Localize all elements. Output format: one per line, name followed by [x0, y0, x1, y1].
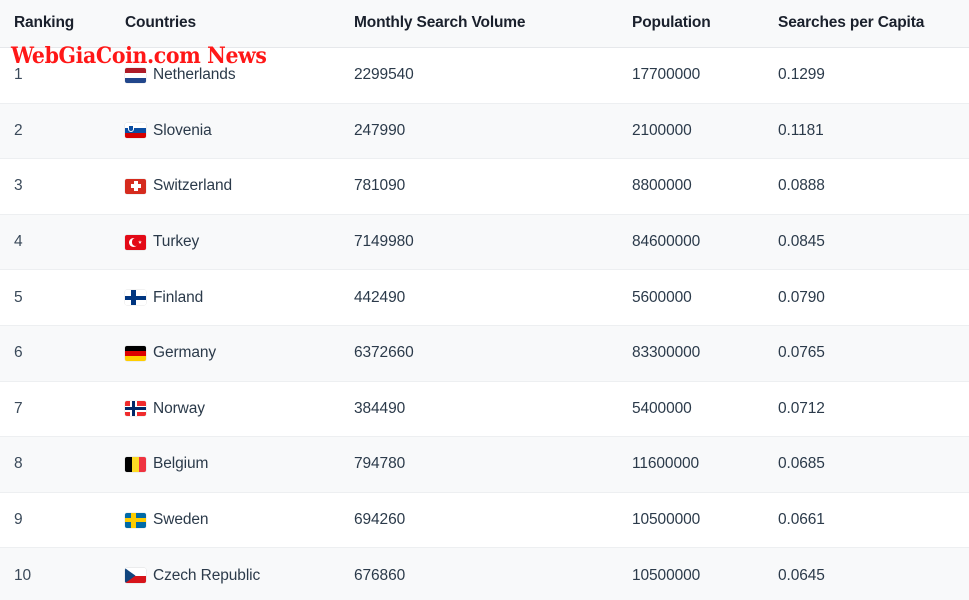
country-name: Slovenia [153, 121, 212, 139]
cell-searches-per-capita: 0.0661 [774, 492, 969, 549]
table-row: 6 Germany 6372660 83300000 0.0765 [0, 325, 969, 382]
cell-population: 10500000 [628, 547, 774, 600]
cell-monthly-search-volume: 2299540 [350, 47, 628, 104]
cell-ranking: 9 [0, 492, 121, 549]
table-row: 7 Norway 384490 5400000 0.0712 [0, 381, 969, 438]
cell-ranking: 10 [0, 547, 121, 600]
cell-population: 2100000 [628, 103, 774, 160]
cell-country: Finland [121, 269, 350, 326]
table-header: Ranking Countries Monthly Search Volume … [0, 0, 969, 48]
cell-monthly-search-volume: 384490 [350, 381, 628, 438]
cell-searches-per-capita: 0.0845 [774, 214, 969, 271]
cell-population: 11600000 [628, 436, 774, 493]
column-header-monthly-search-volume[interactable]: Monthly Search Volume [350, 0, 628, 48]
cell-population: 5400000 [628, 381, 774, 438]
table-row: 9 Sweden 694260 10500000 0.0661 [0, 492, 969, 549]
flag-netherlands-icon [125, 67, 146, 83]
country-name: Belgium [153, 455, 209, 473]
country-name: Switzerland [153, 177, 233, 195]
country-name: Germany [153, 344, 217, 362]
table-row: 10 Czech Republic 676860 10500000 0.0645 [0, 547, 969, 600]
cell-monthly-search-volume: 694260 [350, 492, 628, 549]
cell-monthly-search-volume: 676860 [350, 547, 628, 600]
flag-germany-icon [125, 345, 146, 361]
flag-sweden-icon [125, 512, 146, 528]
cell-country: Belgium [121, 436, 350, 493]
cell-searches-per-capita: 0.0645 [774, 547, 969, 600]
country-name: Netherlands [153, 66, 236, 84]
cell-country: Turkey [121, 214, 350, 271]
cell-population: 84600000 [628, 214, 774, 271]
flag-slovenia-icon [125, 123, 146, 139]
cell-ranking: 8 [0, 436, 121, 493]
cell-population: 10500000 [628, 492, 774, 549]
column-header-population[interactable]: Population [628, 0, 774, 48]
country-name: Turkey [153, 233, 200, 251]
cell-searches-per-capita: 0.1181 [774, 103, 969, 160]
cell-ranking: 5 [0, 269, 121, 326]
flag-switzerland-icon [125, 178, 146, 194]
cell-country: Slovenia [121, 103, 350, 160]
cell-ranking: 3 [0, 158, 121, 215]
cell-ranking: 7 [0, 381, 121, 438]
cell-country: Switzerland [121, 158, 350, 215]
cell-searches-per-capita: 0.0765 [774, 325, 969, 382]
cell-searches-per-capita: 0.0712 [774, 381, 969, 438]
search-volume-table-container: Ranking Countries Monthly Search Volume … [0, 0, 969, 600]
table-row: 3 Switzerland 781090 8800000 0.0888 [0, 158, 969, 215]
cell-population: 8800000 [628, 158, 774, 215]
cell-searches-per-capita: 0.1299 [774, 47, 969, 104]
cell-searches-per-capita: 0.0888 [774, 158, 969, 215]
cell-monthly-search-volume: 442490 [350, 269, 628, 326]
cell-population: 17700000 [628, 47, 774, 104]
country-name: Norway [153, 399, 205, 417]
cell-monthly-search-volume: 781090 [350, 158, 628, 215]
search-volume-table: Ranking Countries Monthly Search Volume … [0, 0, 969, 600]
flag-norway-icon [125, 401, 146, 417]
table-row: 2 Slovenia 247990 2100000 0.1181 [0, 103, 969, 160]
column-header-searches-per-capita[interactable]: Searches per Capita [774, 0, 969, 48]
cell-ranking: 4 [0, 214, 121, 271]
cell-country: Netherlands [121, 47, 350, 104]
table-row: 5 Finland 442490 5600000 0.0790 [0, 269, 969, 326]
cell-monthly-search-volume: 247990 [350, 103, 628, 160]
flag-turkey-icon [125, 234, 146, 250]
table-row: 8 Belgium 794780 11600000 0.0685 [0, 436, 969, 493]
table-row: 1 Netherlands 2299540 17700000 0.1299 [0, 47, 969, 104]
table-body: 1 Netherlands 2299540 17700000 0.1299 2 Sloven… [0, 47, 969, 600]
country-name: Finland [153, 288, 204, 306]
cell-population: 5600000 [628, 269, 774, 326]
cell-ranking: 2 [0, 103, 121, 160]
cell-monthly-search-volume: 794780 [350, 436, 628, 493]
country-name: Czech Republic [153, 566, 261, 584]
cell-ranking: 1 [0, 47, 121, 104]
cell-monthly-search-volume: 7149980 [350, 214, 628, 271]
cell-country: Norway [121, 381, 350, 438]
cell-country: Germany [121, 325, 350, 382]
flag-belgium-icon [125, 456, 146, 472]
table-row: 4 Turkey 7149980 84600000 0.0845 [0, 214, 969, 271]
cell-monthly-search-volume: 6372660 [350, 325, 628, 382]
cell-country: Sweden [121, 492, 350, 549]
country-name: Sweden [153, 511, 209, 529]
cell-country: Czech Republic [121, 547, 350, 600]
column-header-ranking[interactable]: Ranking [0, 0, 121, 48]
cell-searches-per-capita: 0.0685 [774, 436, 969, 493]
flag-finland-icon [125, 290, 146, 306]
flag-czech-republic-icon [125, 568, 146, 584]
cell-searches-per-capita: 0.0790 [774, 269, 969, 326]
table-header-row: Ranking Countries Monthly Search Volume … [0, 0, 969, 48]
cell-ranking: 6 [0, 325, 121, 382]
cell-population: 83300000 [628, 325, 774, 382]
column-header-countries[interactable]: Countries [121, 0, 350, 48]
